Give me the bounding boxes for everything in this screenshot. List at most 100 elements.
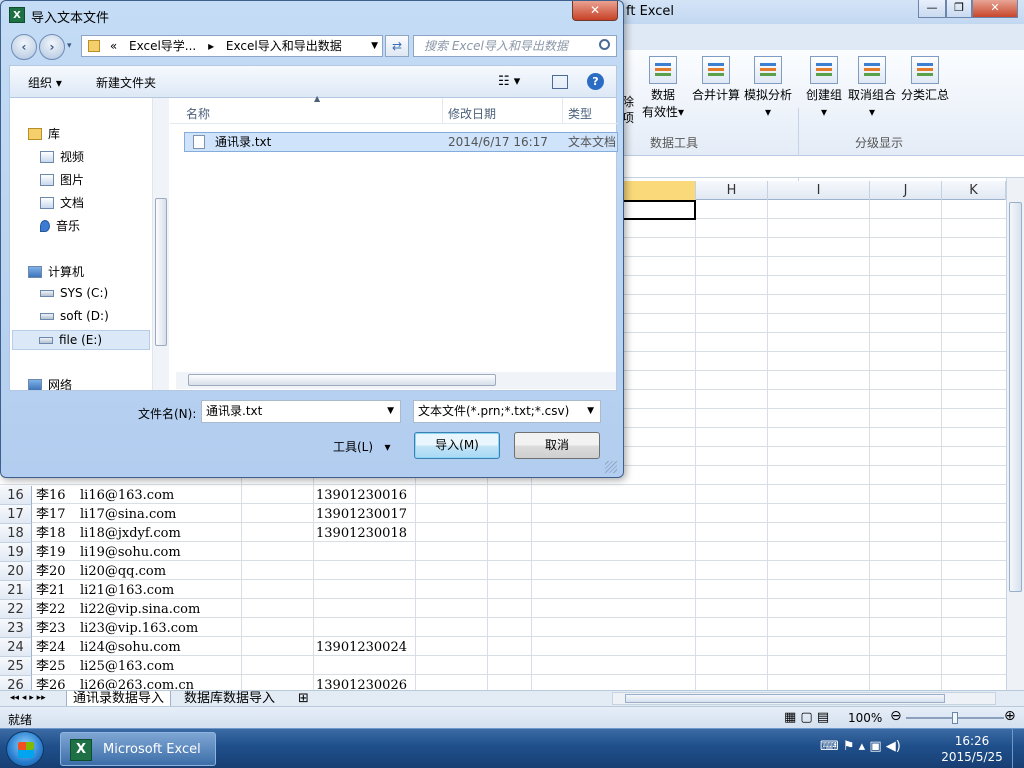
- drive-icon: [40, 290, 54, 297]
- sheet-nav-arrows-icon[interactable]: ◂◂ ◂ ▸ ▸▸: [4, 691, 52, 707]
- column-separator[interactable]: [562, 98, 563, 124]
- column-header-selected[interactable]: [624, 181, 696, 200]
- tools-button[interactable]: 工具(L) ▾: [333, 438, 391, 455]
- status-text: 就绪: [8, 713, 33, 727]
- view-mode-icons[interactable]: ▦ ▢ ▤: [784, 710, 829, 725]
- maximize-button[interactable]: ❐: [946, 0, 972, 18]
- scroll-thumb[interactable]: [188, 374, 496, 386]
- zoom-in-icon[interactable]: ⊕: [1004, 708, 1016, 724]
- dialog-title: 导入文本文件: [31, 11, 110, 26]
- dropdown-arrow-icon: ▾: [820, 105, 828, 119]
- nav-item-drive-d[interactable]: soft (D:): [40, 309, 109, 323]
- back-button[interactable]: ‹: [11, 34, 37, 60]
- table-row: 21 李21 li21@163.com: [0, 581, 1006, 600]
- chevron-down-icon[interactable]: ▼: [587, 401, 594, 422]
- start-button[interactable]: [6, 731, 44, 767]
- column-header-k[interactable]: K: [942, 181, 1006, 200]
- chevron-down-icon[interactable]: ▼: [371, 36, 378, 56]
- view-options-icon[interactable]: ☷ ▾: [498, 74, 520, 89]
- nav-item-music[interactable]: 音乐: [40, 217, 80, 234]
- sheet-tab-database[interactable]: 数据库数据导入: [178, 691, 281, 707]
- resize-grip-icon[interactable]: [605, 461, 617, 473]
- file-row[interactable]: 通讯录.txt 2014/6/17 16:17 文本文档: [184, 132, 618, 152]
- close-button[interactable]: ✕: [972, 0, 1018, 18]
- minimize-button[interactable]: —: [918, 0, 946, 18]
- dropdown-arrow-icon: ▾: [868, 105, 876, 119]
- forward-button[interactable]: ›: [39, 34, 65, 60]
- column-separator[interactable]: [442, 98, 443, 124]
- what-if-analysis-button[interactable]: 模拟分析 ▾: [744, 56, 792, 121]
- table-row: 16 李16 li16@163.com 13901230016: [0, 486, 1006, 505]
- column-type[interactable]: 类型: [568, 105, 592, 122]
- group-button[interactable]: 创建组 ▾: [804, 56, 844, 121]
- address-bar[interactable]: « Excel导学... ▸ Excel导入和导出数据 ▼: [81, 35, 383, 57]
- file-type-select[interactable]: 文本文件(*.prn;*.txt;*.csv) ▼: [413, 400, 601, 423]
- show-desktop-button[interactable]: [1012, 729, 1024, 768]
- scroll-thumb[interactable]: [625, 694, 945, 703]
- nav-item-pictures[interactable]: 图片: [40, 171, 84, 188]
- chevron-down-icon[interactable]: ▼: [387, 401, 394, 422]
- file-list-horizontal-scrollbar[interactable]: [176, 372, 616, 389]
- file-date: 2014/6/17 16:17: [448, 135, 548, 149]
- table-row: 23 李23 li23@vip.163.com: [0, 619, 1006, 638]
- filename-input[interactable]: 通讯录.txt ▼: [201, 400, 401, 423]
- scroll-thumb[interactable]: [155, 198, 167, 346]
- search-input[interactable]: 搜索 Excel导入和导出数据: [413, 35, 617, 57]
- excel-window-title: ft Excel: [626, 4, 675, 19]
- vertical-scrollbar[interactable]: [1006, 178, 1024, 690]
- data-validation-button[interactable]: 数据 有效性▾: [640, 56, 686, 121]
- column-header-i[interactable]: I: [768, 181, 870, 200]
- zoom-out-icon[interactable]: ⊖: [890, 708, 902, 724]
- clock[interactable]: 16:26 2015/5/25: [940, 733, 1004, 765]
- nav-item-documents[interactable]: 文档: [40, 194, 84, 211]
- insert-sheet-icon[interactable]: ⊞: [292, 691, 315, 707]
- chevron-right-icon[interactable]: ▸: [208, 39, 214, 53]
- new-folder-button[interactable]: 新建文件夹: [96, 74, 156, 91]
- what-if-icon: [754, 56, 782, 84]
- folder-icon: [88, 40, 100, 52]
- nav-item-computer[interactable]: 计算机: [28, 263, 84, 280]
- ungroup-button[interactable]: 取消组合 ▾: [846, 56, 898, 121]
- preview-pane-icon[interactable]: [552, 75, 568, 89]
- breadcrumb[interactable]: Excel导学...: [129, 39, 196, 53]
- zoom-slider[interactable]: [906, 712, 1004, 724]
- documents-icon: [40, 197, 54, 209]
- horizontal-scrollbar[interactable]: [612, 692, 996, 705]
- recent-pages-icon[interactable]: ▾: [67, 41, 72, 51]
- taskbar: X Microsoft Excel ... ⌨ ⚑ ▴ ▣ ◀) 16:26 2…: [0, 728, 1024, 768]
- zoom-slider-knob[interactable]: [952, 712, 958, 724]
- nav-item-library[interactable]: 库: [28, 125, 60, 142]
- excel-icon: X: [70, 739, 92, 761]
- dialog-close-button[interactable]: ✕: [572, 1, 618, 21]
- cancel-button[interactable]: 取消: [514, 432, 600, 459]
- zoom-level[interactable]: 100%: [848, 711, 882, 725]
- data-validation-label-2: 有效性▾: [641, 105, 685, 119]
- nav-scrollbar[interactable]: [152, 98, 169, 390]
- search-icon: [599, 39, 610, 50]
- video-icon: [40, 151, 54, 163]
- column-header-h[interactable]: H: [696, 181, 768, 200]
- organize-button[interactable]: 组织 ▾: [28, 74, 62, 91]
- nav-item-video[interactable]: 视频: [40, 148, 84, 165]
- data-validation-icon: [649, 56, 677, 84]
- import-button[interactable]: 导入(M): [414, 432, 500, 459]
- sheet-tab-contacts[interactable]: 通讯录数据导入: [66, 691, 172, 707]
- help-icon[interactable]: ?: [587, 73, 604, 90]
- nav-item-network[interactable]: 网络: [28, 376, 72, 390]
- consolidate-button[interactable]: 合并计算: [690, 56, 742, 104]
- nav-item-drive-c[interactable]: SYS (C:): [40, 286, 108, 300]
- column-header-j[interactable]: J: [870, 181, 942, 200]
- column-name[interactable]: 名称: [186, 105, 210, 122]
- drive-icon: [40, 313, 54, 320]
- refresh-button[interactable]: ⇄: [385, 35, 409, 57]
- dropdown-arrow-icon: ▾: [764, 105, 772, 119]
- active-cell[interactable]: [624, 200, 696, 220]
- tray-icons[interactable]: ⌨ ⚑ ▴ ▣ ◀): [820, 739, 901, 754]
- nav-item-drive-e[interactable]: file (E:): [12, 330, 150, 350]
- column-date[interactable]: 修改日期: [448, 105, 496, 122]
- scroll-thumb[interactable]: [1009, 202, 1022, 592]
- subtotal-button[interactable]: 分类汇总: [900, 56, 950, 104]
- excel-icon: X: [9, 7, 25, 23]
- taskbar-excel-button[interactable]: X Microsoft Excel ...: [60, 732, 216, 766]
- breadcrumb[interactable]: Excel导入和导出数据: [226, 39, 342, 53]
